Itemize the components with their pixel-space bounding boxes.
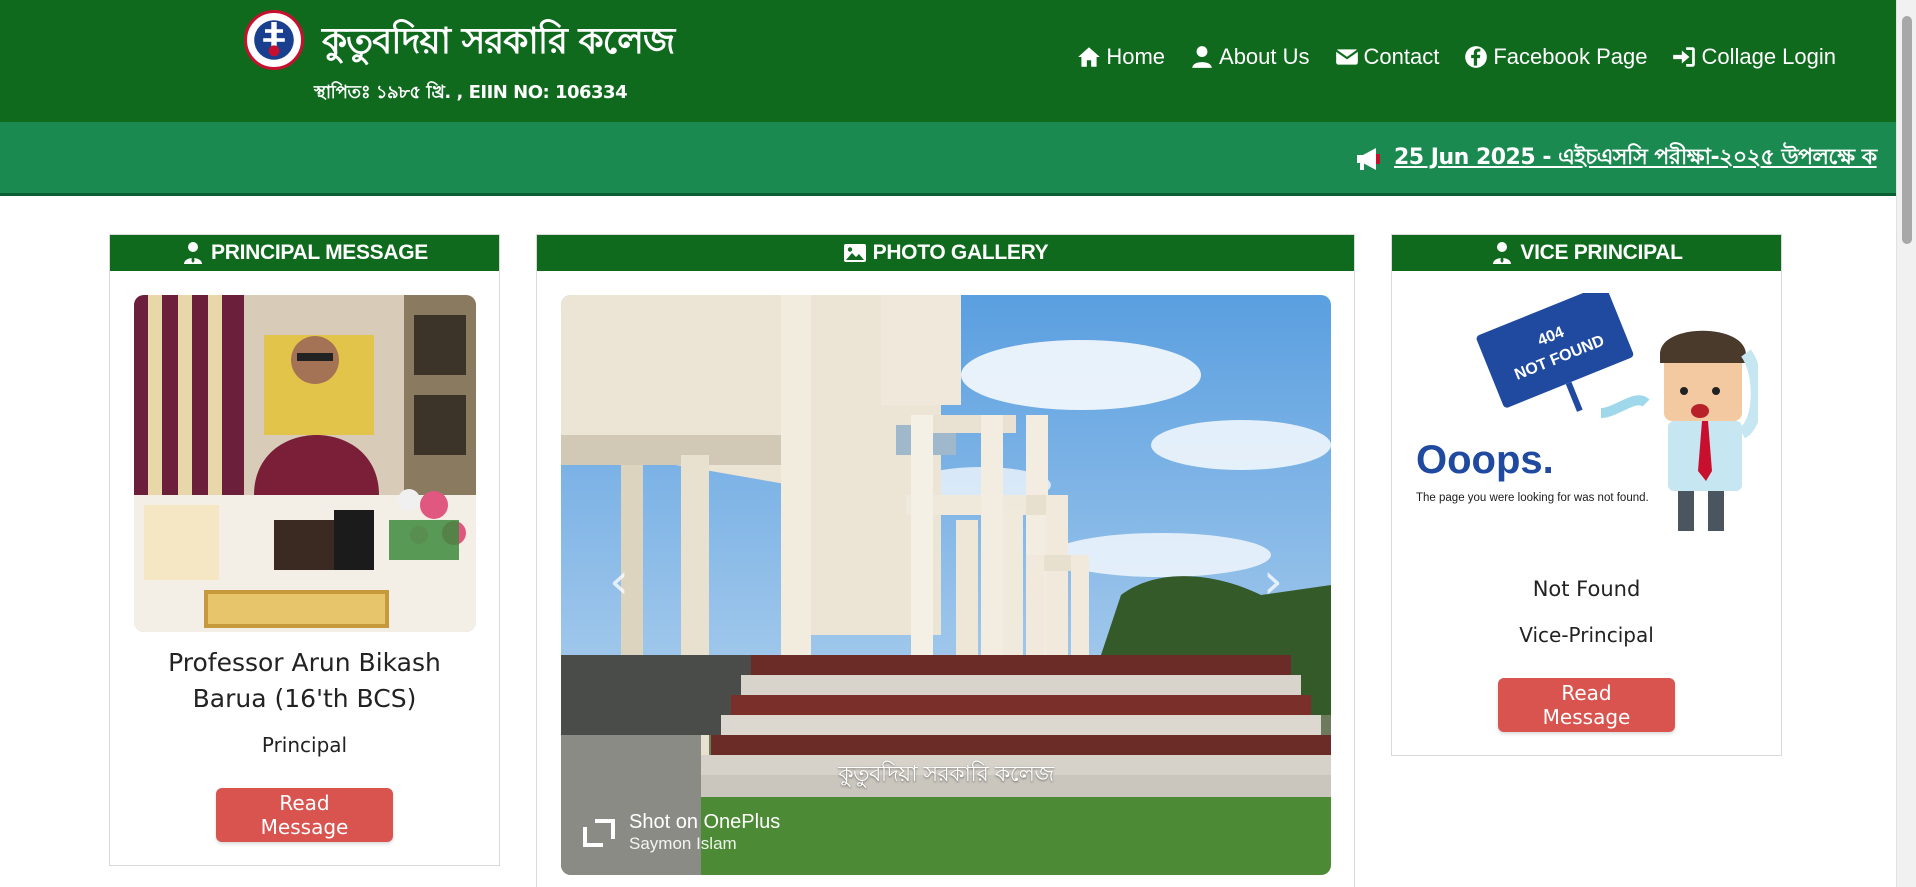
page-scrollbar[interactable]: [1896, 0, 1916, 887]
notice-item[interactable]: 25 Jun 2025 - এইচএসসি পরীক্ষা-২০২৫ উপলক্…: [1354, 140, 1877, 177]
carousel-next-button[interactable]: ›: [1253, 551, 1293, 611]
gallery-caption: কুতুবদিয়া সরকারি কলেজ: [838, 762, 1054, 787]
photo-gallery-card: PHOTO GALLERY ‹ › কুতুবদিয়া সরকারি কলেজ…: [536, 234, 1355, 887]
nav-facebook[interactable]: Facebook Page: [1455, 40, 1655, 74]
principal-photo: [134, 295, 476, 632]
user-icon: [1192, 46, 1212, 68]
nav-contact[interactable]: Contact: [1326, 40, 1448, 74]
principal-read-message-button[interactable]: Read Message: [216, 788, 393, 842]
site-subtitle: স্থাপিতঃ ১৯৮৫ খ্রি. , EIIN NO: 106334: [314, 82, 628, 103]
watermark-text: Shot on OnePlus Saymon Islam: [629, 811, 780, 854]
vice-principal-role: Vice-Principal: [1519, 623, 1654, 647]
vice-principal-name: Not Found: [1532, 577, 1641, 601]
scrollbar-thumb[interactable]: [1902, 16, 1912, 244]
user-tie-icon: [184, 242, 202, 264]
gallery-carousel[interactable]: ‹ › কুতুবদিয়া সরকারি কলেজ Shot on OnePl…: [561, 295, 1331, 875]
facebook-icon: [1465, 46, 1488, 68]
oneplus-logo-icon: [583, 818, 615, 847]
carousel-prev-button[interactable]: ‹: [599, 551, 639, 611]
watermark-line-2: Saymon Islam: [629, 834, 737, 853]
principal-card-header: PRINCIPAL MESSAGE: [110, 235, 499, 271]
principal-role: Principal: [261, 733, 348, 757]
gallery-card-header: PHOTO GALLERY: [537, 235, 1354, 271]
principal-name: Professor Arun Bikash Barua (16'th BCS): [168, 648, 441, 713]
notice-marquee: 25 Jun 2025 - এইচএসসি পরীক্ষা-২০২৫ উপলক্…: [0, 122, 1896, 196]
nav-home-label: Home: [1106, 44, 1166, 69]
megaphone-icon: [1357, 147, 1380, 170]
principal-card-title: PRINCIPAL MESSAGE: [211, 241, 428, 264]
watermark-line-1: Shot on OnePlus: [629, 811, 781, 833]
nav-facebook-label: Facebook Page: [1493, 44, 1648, 69]
svg-text:The page you were looking for: The page you were looking for was not fo…: [1416, 492, 1649, 504]
college-logo[interactable]: [244, 10, 304, 70]
nav-login-label: Collage Login: [1701, 44, 1836, 69]
site-title[interactable]: কুতুবদিয়া সরকারি কলেজ: [322, 14, 675, 74]
main-nav: Home About Us Contact Facebook Page Coll…: [1068, 40, 1844, 74]
notice-text[interactable]: 25 Jun 2025 - এইচএসসি পরীক্ষা-২০২৫ উপলক্…: [1394, 140, 1877, 177]
principal-message-card: PRINCIPAL MESSAGE Professor Arun Bikash …: [109, 234, 500, 866]
nav-about[interactable]: About Us: [1181, 40, 1318, 74]
envelope-icon: [1335, 49, 1358, 65]
nav-home[interactable]: Home: [1068, 40, 1173, 74]
image-icon: [843, 244, 866, 262]
vice-card-title: VICE PRINCIPAL: [1520, 241, 1683, 264]
user-tie-icon: [1493, 242, 1512, 264]
photo-watermark: Shot on OnePlus Saymon Islam: [581, 811, 780, 854]
vice-principal-card: VICE PRINCIPAL 404 NOT FOUND Ooops. The …: [1391, 234, 1782, 756]
nav-login[interactable]: Collage Login: [1663, 40, 1844, 74]
not-found-illustration: 404 NOT FOUND Ooops. The page you were l…: [1416, 285, 1763, 533]
sign-in-icon: [1673, 47, 1696, 67]
site-header: কুতুবদিয়া সরকারি কলেজ স্থাপিতঃ ১৯৮৫ খ্র…: [0, 0, 1896, 122]
vice-card-header: VICE PRINCIPAL: [1392, 235, 1781, 271]
vice-read-message-button[interactable]: Read Message: [1498, 678, 1675, 732]
gallery-card-title: PHOTO GALLERY: [872, 241, 1049, 264]
nav-about-label: About Us: [1219, 44, 1310, 69]
home-icon: [1078, 47, 1101, 67]
svg-text:Ooops.: Ooops.: [1416, 438, 1554, 482]
nav-contact-label: Contact: [1363, 44, 1440, 69]
